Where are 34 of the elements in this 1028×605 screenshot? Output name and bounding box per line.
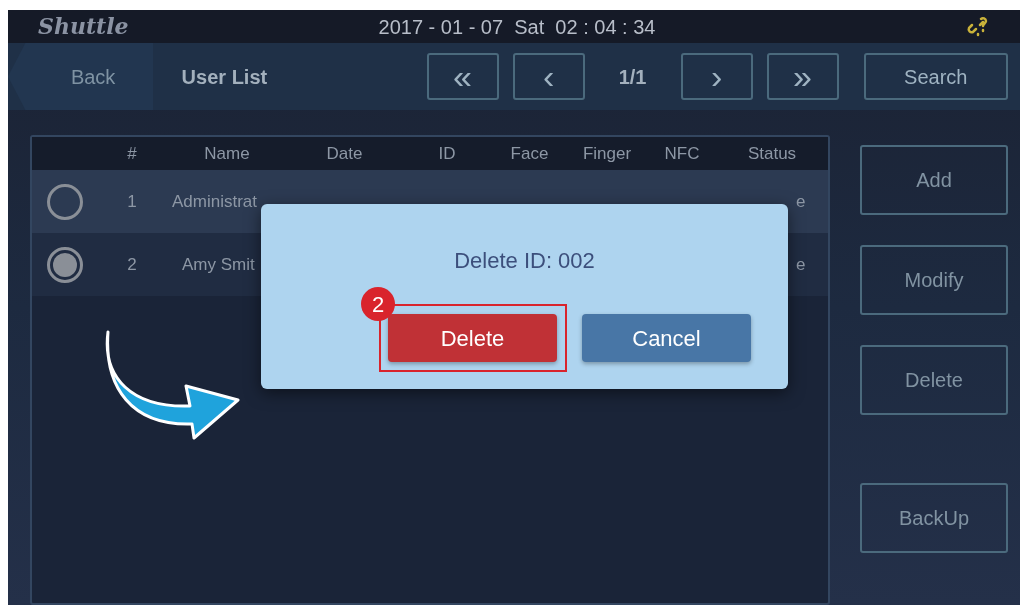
delete-confirm-button[interactable]: Delete [388, 314, 557, 362]
last-page-button[interactable]: » [766, 53, 839, 100]
column-header: NFC [663, 142, 701, 165]
status-text: e [796, 191, 806, 211]
user-name: Amy Smit [181, 253, 256, 276]
search-button[interactable]: Search [863, 53, 1008, 100]
side-action-button[interactable]: Add [860, 145, 1008, 215]
column-header: ID [437, 142, 457, 165]
previous-page-button[interactable]: ‹ [512, 53, 585, 100]
page-indicator: 1/1 [617, 64, 648, 90]
user-name: Administrat [171, 190, 259, 213]
back-button[interactable]: Back [8, 43, 154, 110]
radio-button[interactable] [47, 246, 83, 283]
column-header: Finger [581, 142, 633, 165]
next-page-button[interactable]: › [680, 53, 753, 100]
side-action-button[interactable]: BackUp [860, 483, 1008, 553]
column-header: Face [509, 142, 550, 165]
date-time: 2017 - 01 - 07 Sat 02 : 04 : 34 [377, 14, 657, 40]
cancel-button[interactable]: Cancel [582, 314, 751, 362]
logo: Shuttle [38, 12, 130, 41]
column-header: Name [203, 142, 251, 165]
row-number: 2 [126, 253, 138, 276]
broken-link-icon [966, 14, 990, 39]
column-header: Status [746, 142, 798, 165]
side-action-button[interactable]: Modify [860, 245, 1008, 315]
column-header: Date [325, 142, 364, 165]
first-page-button[interactable]: « [426, 53, 499, 100]
dialog-message: Delete ID: 002 [454, 247, 595, 275]
row-number: 1 [126, 190, 138, 213]
page-title: User List [180, 64, 269, 90]
radio-button[interactable] [47, 183, 83, 220]
status-text: e [796, 254, 806, 274]
column-header: # [126, 142, 138, 165]
side-action-button[interactable]: Delete [860, 345, 1008, 415]
